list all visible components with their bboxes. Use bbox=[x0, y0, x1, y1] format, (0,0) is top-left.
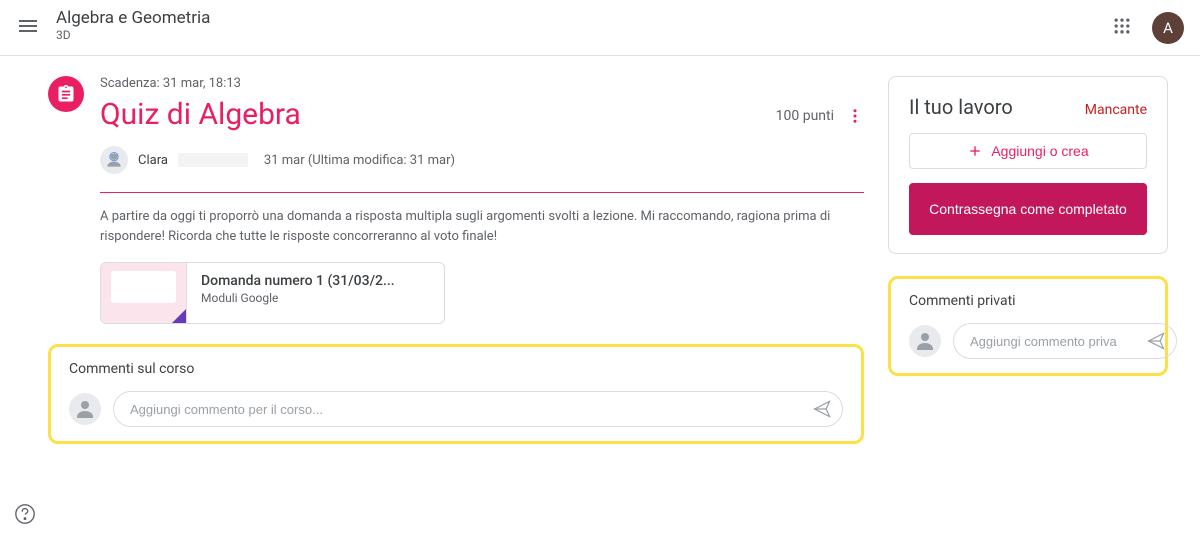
private-comment-input[interactable] bbox=[970, 334, 1146, 349]
attachment-title: Domanda numero 1 (31/03/2... bbox=[201, 273, 395, 289]
app-header: Algebra e Geometria 3D A bbox=[0, 0, 1200, 56]
private-comment-input-wrap bbox=[953, 323, 1177, 359]
help-icon[interactable] bbox=[14, 503, 36, 525]
course-comment-input-wrap bbox=[113, 391, 843, 427]
course-comments-box: Commenti sul corso bbox=[48, 344, 864, 444]
apps-icon[interactable] bbox=[1112, 16, 1136, 40]
add-label: Aggiungi o crea bbox=[991, 143, 1088, 159]
work-title: Il tuo lavoro bbox=[909, 95, 1013, 119]
course-title[interactable]: Algebra e Geometria bbox=[56, 8, 1112, 28]
work-status: Mancante bbox=[1085, 102, 1147, 118]
menu-icon[interactable] bbox=[16, 14, 40, 38]
header-right: A bbox=[1112, 12, 1184, 44]
plus-icon bbox=[967, 143, 983, 159]
side-column: Il tuo lavoro Mancante Aggiungi o crea C… bbox=[888, 76, 1168, 444]
work-head: Il tuo lavoro Mancante bbox=[909, 95, 1147, 119]
course-comments-label: Commenti sul corso bbox=[69, 361, 843, 377]
course-comment-row bbox=[69, 391, 843, 427]
private-comment-row bbox=[909, 323, 1147, 359]
teacher-row: Clara 31 mar (Ultima modifica: 31 mar) bbox=[100, 146, 864, 174]
send-icon[interactable] bbox=[1146, 331, 1166, 351]
course-section: 3D bbox=[56, 28, 1112, 42]
private-comments-card: Commenti privati bbox=[888, 276, 1168, 376]
assignment-title-row: Quiz di Algebra 100 punti bbox=[100, 97, 864, 132]
teacher-name: Clara bbox=[138, 153, 168, 168]
attachment-card[interactable]: Domanda numero 1 (31/03/2... Moduli Goog… bbox=[100, 262, 445, 324]
assignment-description: A partire da oggi ti proporrò una domand… bbox=[100, 207, 864, 246]
posted-date: 31 mar (Ultima modifica: 31 mar) bbox=[264, 153, 455, 168]
assignment-header: Scadenza: 31 mar, 18:13 Quiz di Algebra … bbox=[48, 76, 864, 324]
send-icon[interactable] bbox=[812, 399, 832, 419]
redacted-surname bbox=[178, 153, 248, 167]
teacher-avatar-icon bbox=[100, 146, 128, 174]
attachment-thumbnail bbox=[101, 263, 187, 323]
points-value: 100 punti bbox=[776, 108, 834, 124]
user-avatar[interactable]: A bbox=[1152, 12, 1184, 44]
mark-done-button[interactable]: Contrassegna come completato bbox=[909, 183, 1147, 235]
your-work-card: Il tuo lavoro Mancante Aggiungi o crea C… bbox=[888, 76, 1168, 254]
assignment-title: Quiz di Algebra bbox=[100, 97, 301, 132]
main-column: Scadenza: 31 mar, 18:13 Quiz di Algebra … bbox=[48, 76, 864, 444]
points-row: 100 punti bbox=[776, 107, 864, 125]
assignment-main: Scadenza: 31 mar, 18:13 Quiz di Algebra … bbox=[100, 76, 864, 324]
more-icon[interactable] bbox=[846, 107, 864, 125]
attachment-info: Domanda numero 1 (31/03/2... Moduli Goog… bbox=[187, 263, 409, 323]
attachment-type: Moduli Google bbox=[201, 291, 395, 305]
due-date: Scadenza: 31 mar, 18:13 bbox=[100, 76, 864, 91]
user-avatar-icon bbox=[909, 325, 941, 357]
main-content: Scadenza: 31 mar, 18:13 Quiz di Algebra … bbox=[0, 56, 1200, 464]
user-avatar-icon bbox=[69, 393, 101, 425]
divider bbox=[100, 192, 864, 193]
add-or-create-button[interactable]: Aggiungi o crea bbox=[909, 133, 1147, 169]
header-titles: Algebra e Geometria 3D bbox=[56, 8, 1112, 42]
course-comment-input[interactable] bbox=[130, 402, 812, 417]
private-comments-label: Commenti privati bbox=[909, 293, 1147, 309]
assignment-icon bbox=[48, 76, 84, 112]
